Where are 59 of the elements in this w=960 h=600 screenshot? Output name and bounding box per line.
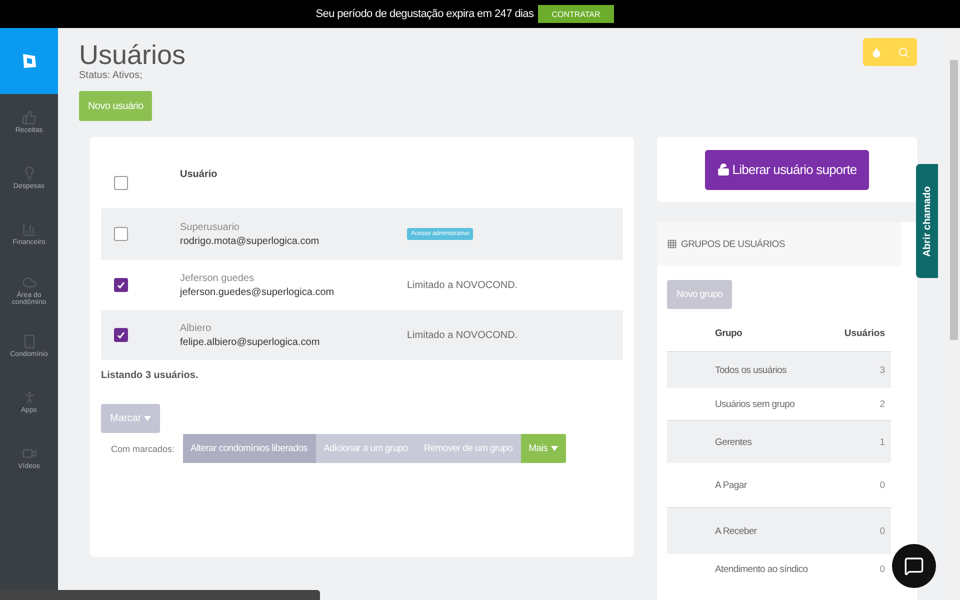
user-email: felipe.albiero@superlogica.com xyxy=(180,336,321,348)
groups-title: GRUPOS DE USUÁRIOS xyxy=(681,238,785,250)
page-title: Usuários xyxy=(79,40,186,70)
group-count: 0 xyxy=(880,526,885,536)
access-text: Limitado a NOVOCOND. xyxy=(407,330,518,340)
user-row[interactable]: Jeferson guedes jeferson.guedes@superlogica.com Limitado a NOVOCOND. xyxy=(101,260,623,310)
row-checkbox[interactable] xyxy=(114,227,128,241)
caret-icon xyxy=(144,416,152,421)
group-row[interactable]: Todos os usuários 3 xyxy=(667,351,891,388)
user-name: Jeferson guedes xyxy=(180,272,255,284)
column-header: Grupo xyxy=(715,328,743,338)
group-name: Atendimento ao síndico xyxy=(715,564,809,574)
group-count: 3 xyxy=(880,364,885,376)
chat-icon xyxy=(904,556,924,576)
group-count: 0 xyxy=(880,480,885,490)
group-name: A Receber xyxy=(715,526,758,536)
user-name: Superusuario xyxy=(180,222,240,232)
logo[interactable] xyxy=(0,28,58,94)
user-name: Albiero xyxy=(180,322,212,334)
row-checkbox[interactable] xyxy=(114,328,128,342)
group-name: Todos os usuários xyxy=(715,364,788,376)
group-row[interactable]: A Receber 0 xyxy=(667,507,891,554)
release-support-button[interactable]: Liberar usuário suporte xyxy=(705,150,869,190)
group-row[interactable]: Usuários sem grupo 2 xyxy=(667,388,891,420)
group-row[interactable]: A Pagar 0 xyxy=(667,463,891,507)
group-name: Gerentes xyxy=(715,436,753,448)
cloud-icon xyxy=(22,274,36,290)
group-count: 2 xyxy=(880,398,885,410)
column-header: Usuários xyxy=(844,328,885,338)
user-email: jeferson.guedes@superlogica.com xyxy=(180,286,336,298)
caret-icon xyxy=(550,446,558,451)
group-row[interactable]: Atendimento ao síndico 0 xyxy=(667,554,891,584)
listing-count: Listando 3 usuários. xyxy=(101,370,200,381)
group-name: A Pagar xyxy=(715,480,748,490)
status-filter: Status: Ativos; xyxy=(79,70,144,81)
group-name: Usuários sem grupo xyxy=(715,398,796,410)
column-header: Usuário xyxy=(180,169,218,180)
user-row[interactable]: Albiero felipe.albiero@superlogica.com Limitado a NOVOCOND. xyxy=(101,310,623,360)
bulk-label: Com marcados: xyxy=(111,444,175,454)
thumbs-up-icon xyxy=(22,110,36,125)
phone-icon xyxy=(22,334,36,349)
logo-icon xyxy=(20,52,38,70)
group-count: 0 xyxy=(880,564,885,574)
contratar-button[interactable]: CONTRATAR xyxy=(538,5,614,23)
row-checkbox[interactable] xyxy=(114,278,128,292)
user-email: rodrigo.mota@superlogica.com xyxy=(180,236,320,246)
unlock-icon xyxy=(717,163,730,176)
checkmark-icon xyxy=(117,331,125,339)
bar-chart-icon xyxy=(22,222,36,237)
select-all-checkbox[interactable] xyxy=(114,176,128,190)
checkmark-icon xyxy=(117,281,125,289)
group-row[interactable]: Gerentes 1 xyxy=(667,420,891,463)
trial-message: Seu período de degustação expira em 247 dias xyxy=(316,8,534,20)
grid-icon xyxy=(667,239,677,249)
access-text: Limitado a NOVOCOND. xyxy=(407,280,518,290)
video-camera-icon xyxy=(22,446,36,461)
chat-button[interactable] xyxy=(892,544,936,588)
open-ticket-tab[interactable]: Abrir chamado xyxy=(916,164,938,278)
group-count: 1 xyxy=(880,436,885,448)
